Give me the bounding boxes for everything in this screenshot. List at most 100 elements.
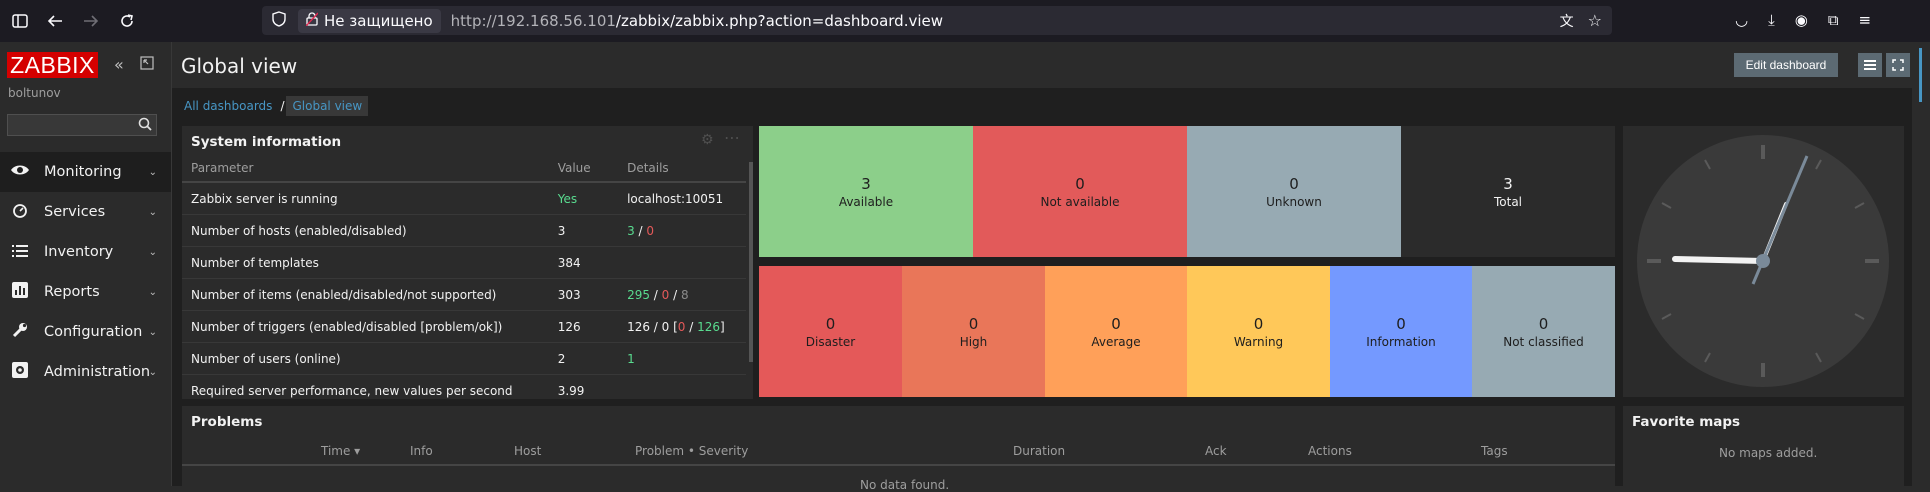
page-scrollbar[interactable] xyxy=(1912,42,1930,486)
column-duration: Duration xyxy=(1013,444,1066,458)
address-bar[interactable]: Не защищено http://192.168.56.101/zabbix… xyxy=(262,6,1612,35)
browser-toolbar: Не защищено http://192.168.56.101/zabbix… xyxy=(0,0,1930,42)
url-text[interactable]: http://192.168.56.101/zabbix/zabbix.php?… xyxy=(451,12,943,30)
severity-not-classified[interactable]: 0 Not classified xyxy=(1472,266,1615,397)
menu-label: Monitoring xyxy=(44,164,122,180)
menu-item-services[interactable]: Services ⌄ xyxy=(0,192,171,232)
count: 0 xyxy=(1538,314,1549,333)
extensions-icon[interactable]: ⧉ xyxy=(1828,11,1839,29)
details-cell: 295 / 0 / 8 xyxy=(627,287,689,302)
label: Not available xyxy=(1040,194,1120,209)
column-info: Info xyxy=(410,444,433,458)
collapse-sidebar-icon[interactable]: « xyxy=(114,55,124,74)
list-icon xyxy=(10,242,30,262)
severity-information[interactable]: 0 Information xyxy=(1330,266,1472,397)
column-time[interactable]: Time ▾ xyxy=(321,444,360,458)
menu-label: Services xyxy=(44,204,106,220)
host-availability-unknown[interactable]: 0 Unknown xyxy=(1187,126,1401,257)
edit-dashboard-button[interactable]: Edit dashboard xyxy=(1734,53,1838,77)
back-icon[interactable] xyxy=(41,7,69,35)
param-cell: Number of hosts (enabled/disabled) xyxy=(191,223,407,238)
downloads-icon[interactable]: ⤓ xyxy=(1768,11,1775,29)
app-menu-icon[interactable]: ≡ xyxy=(1859,11,1872,29)
param-cell: Number of templates xyxy=(191,255,319,270)
value-cell: Yes xyxy=(557,191,578,206)
account-icon[interactable]: ◉ xyxy=(1795,11,1808,29)
main-area: Global view Edit dashboard All dashboard… xyxy=(172,42,1912,492)
param-cell: Required server performance, new values … xyxy=(191,383,513,398)
menu-label: Inventory xyxy=(44,244,114,260)
severity-disaster[interactable]: 0 Disaster xyxy=(759,266,902,397)
analog-clock xyxy=(1637,135,1889,387)
sidebar-toggle-icon[interactable] xyxy=(6,7,34,35)
label: Average xyxy=(1091,334,1141,349)
menu-item-configuration[interactable]: Configuration ⌄ xyxy=(0,312,171,352)
hide-sidebar-icon[interactable] xyxy=(140,55,154,74)
problems-by-severity-widget: 0 Disaster 0 High 0 Average 0 Warning 0 … xyxy=(759,266,1615,397)
gear-icon xyxy=(10,361,30,383)
menu-item-reports[interactable]: Reports ⌄ xyxy=(0,272,171,312)
chevron-down-icon: ⌄ xyxy=(148,326,157,338)
menu-item-monitoring[interactable]: Monitoring ⌄ xyxy=(0,152,171,192)
column-tags: Tags xyxy=(1481,444,1508,458)
host-availability-total[interactable]: 3 Total xyxy=(1401,126,1615,257)
zabbix-logo[interactable]: ZABBIX xyxy=(7,52,98,78)
pocket-icon[interactable]: ◡ xyxy=(1735,11,1748,29)
severity-warning[interactable]: 0 Warning xyxy=(1187,266,1330,397)
menu-label: Reports xyxy=(44,284,100,300)
table-row: Number of templates 384 xyxy=(182,247,746,279)
count: 0 xyxy=(1396,314,1406,333)
connection-security[interactable]: Не защищено xyxy=(298,8,441,33)
column-actions: Actions xyxy=(1308,444,1352,458)
breadcrumb-all-dashboards[interactable]: All dashboards xyxy=(178,96,278,116)
shield-icon[interactable] xyxy=(272,10,286,31)
param-cell: Number of triggers (enabled/disabled [pr… xyxy=(191,319,503,334)
table-row: Number of users (online) 2 1 xyxy=(182,343,746,375)
clock-widget xyxy=(1623,126,1904,397)
details-cell: localhost:10051 xyxy=(627,191,724,206)
breadcrumb-current[interactable]: Global view xyxy=(286,96,369,116)
header-divider xyxy=(182,464,1615,466)
favorite-maps-widget: Favorite maps No maps added. xyxy=(1623,406,1904,486)
username: boltunov xyxy=(8,86,61,100)
column-header: Details xyxy=(627,160,669,175)
forward-icon[interactable] xyxy=(77,7,105,35)
count: 3 xyxy=(861,174,871,193)
label: Information xyxy=(1366,334,1436,349)
value-cell: 384 xyxy=(557,255,581,270)
count: 0 xyxy=(1111,314,1121,333)
chevron-down-icon: ⌄ xyxy=(148,286,157,298)
reload-icon[interactable] xyxy=(113,7,141,35)
chevron-down-icon: ⌄ xyxy=(148,166,157,178)
widget-title: System information xyxy=(191,134,342,150)
param-cell: Zabbix server is running xyxy=(191,191,338,206)
menu-item-inventory[interactable]: Inventory ⌄ xyxy=(0,232,171,272)
host-availability-not-available[interactable]: 0 Not available xyxy=(973,126,1187,257)
translate-icon[interactable]: 文 xyxy=(1560,11,1574,31)
search-icon[interactable] xyxy=(138,117,152,135)
widget-title: Favorite maps xyxy=(1632,414,1741,430)
security-label: Не защищено xyxy=(324,11,433,30)
menu-item-administration[interactable]: Administration ⌄ xyxy=(0,352,171,392)
details-cell: 1 xyxy=(627,351,635,366)
widget-scrollbar[interactable] xyxy=(749,162,753,362)
widget-title: Problems xyxy=(191,414,263,430)
count: 0 xyxy=(1075,174,1085,193)
host-availability-available[interactable]: 3 Available xyxy=(759,126,973,257)
search-input[interactable] xyxy=(7,114,157,136)
wrench-icon xyxy=(10,322,30,343)
dashboard-actions-button[interactable] xyxy=(1858,53,1882,77)
widget-gear-icon[interactable]: ⚙ xyxy=(701,132,714,148)
bookmark-star-icon[interactable]: ☆ xyxy=(1588,11,1602,31)
severity-high[interactable]: 0 High xyxy=(902,266,1045,397)
value-cell: 3 xyxy=(557,223,566,238)
scrollbar-thumb[interactable] xyxy=(1919,48,1922,102)
problems-widget: Problems Time ▾ Info Host Problem • Seve… xyxy=(182,406,1615,492)
label: Available xyxy=(838,194,894,209)
severity-average[interactable]: 0 Average xyxy=(1045,266,1187,397)
table-row: Number of items (enabled/disabled/not su… xyxy=(182,279,746,311)
dashboard-content: All dashboards / Global view System info… xyxy=(172,88,1912,492)
widget-more-icon[interactable]: ⋯ xyxy=(724,128,740,147)
label: Not classified xyxy=(1503,334,1584,349)
kiosk-mode-button[interactable] xyxy=(1886,53,1910,77)
